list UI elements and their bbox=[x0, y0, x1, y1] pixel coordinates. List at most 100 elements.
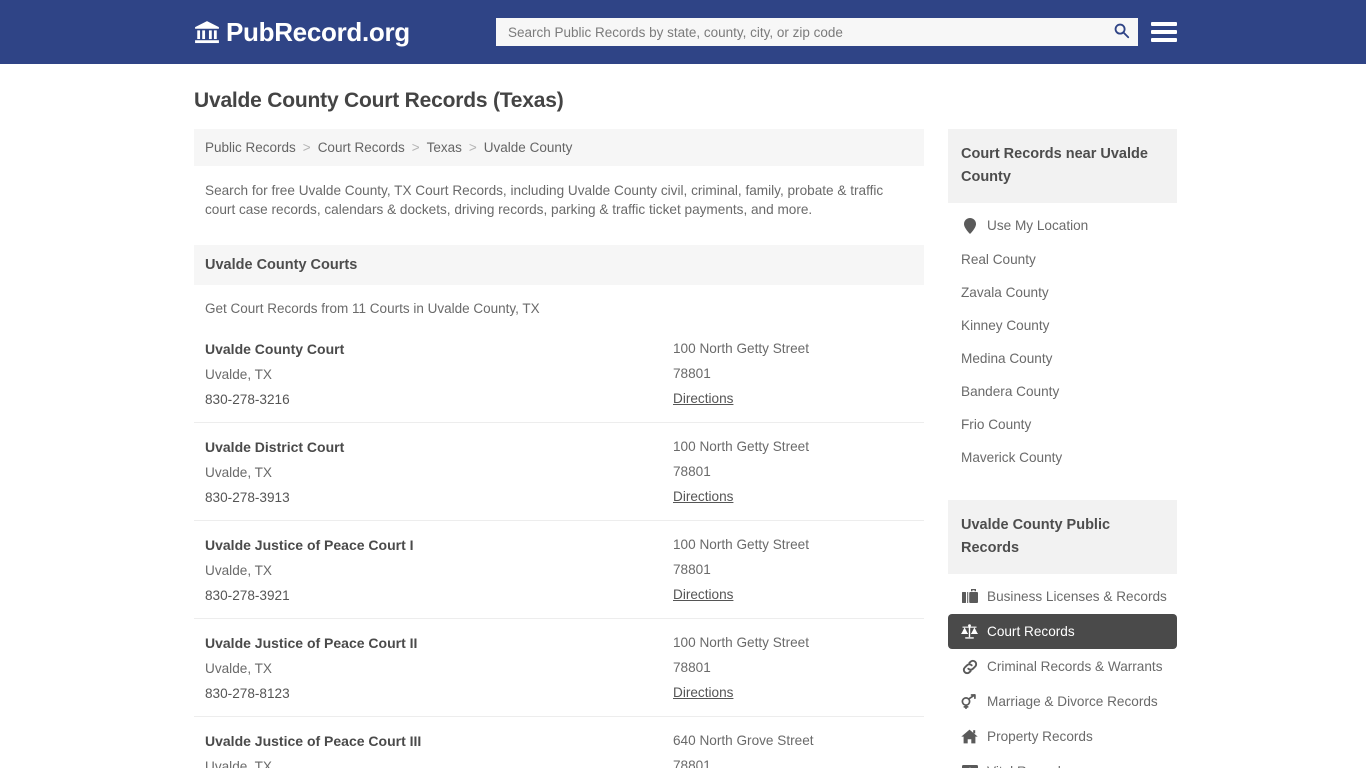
sidebar-nearby-item-bandera-county[interactable]: Bandera County bbox=[948, 375, 1177, 408]
court-name-link[interactable]: Uvalde Justice of Peace Court I bbox=[205, 537, 673, 553]
sidebar-item-label: Court Records bbox=[987, 624, 1075, 639]
court-phone[interactable]: 830-278-3913 bbox=[205, 490, 673, 505]
court-row: Uvalde District Court Uvalde, TX 830-278-3… bbox=[194, 422, 924, 520]
breadcrumb-item-4[interactable]: Uvalde County bbox=[484, 140, 573, 155]
court-list: Uvalde County Court Uvalde, TX 830-278-321… bbox=[194, 325, 924, 768]
court-info-left: Uvalde County Court Uvalde, TX 830-278-321… bbox=[205, 341, 673, 407]
search-bar[interactable] bbox=[496, 18, 1138, 46]
court-info-left: Uvalde Justice of Peace Court I Uvalde, T… bbox=[205, 537, 673, 603]
sidebar-item-label: Frio County bbox=[961, 417, 1031, 432]
search-button[interactable] bbox=[1104, 18, 1138, 46]
site-logo-link[interactable]: PubRecord.org bbox=[194, 17, 410, 48]
balance-scale-icon bbox=[961, 623, 978, 640]
court-name-link[interactable]: Uvalde County Court bbox=[205, 341, 673, 357]
nearby-records-heading: Court Records near Uvalde County bbox=[948, 129, 1177, 203]
site-brand-name: PubRecord.org bbox=[226, 17, 410, 48]
breadcrumb-item-1[interactable]: Public Records bbox=[205, 140, 296, 155]
court-city-state: Uvalde, TX bbox=[205, 661, 673, 676]
home-icon bbox=[961, 728, 978, 745]
sidebar-item-label: Maverick County bbox=[961, 450, 1062, 465]
sidebar-record-item-business-licenses-records[interactable]: Business Licenses & Records bbox=[948, 574, 1177, 614]
sidebar-item-label: Zavala County bbox=[961, 285, 1049, 300]
sidebar-nearby-item-maverick-county[interactable]: Maverick County bbox=[948, 441, 1177, 474]
sidebar-nearby-item-frio-county[interactable]: Frio County bbox=[948, 408, 1177, 441]
court-phone[interactable]: 830-278-3216 bbox=[205, 392, 673, 407]
sidebar-item-label: Property Records bbox=[987, 729, 1093, 744]
link-chain-icon bbox=[961, 658, 978, 675]
site-header: PubRecord.org bbox=[0, 0, 1366, 64]
sidebar-item-label: Use My Location bbox=[987, 218, 1088, 233]
sidebar: Court Records near Uvalde County Use My … bbox=[948, 129, 1177, 768]
court-street-address: 640 North Grove Street bbox=[673, 733, 913, 748]
court-street-address: 100 North Getty Street bbox=[673, 635, 913, 650]
sidebar-nearby-item-zavala-county[interactable]: Zavala County bbox=[948, 276, 1177, 309]
search-input[interactable] bbox=[496, 18, 1104, 46]
court-street-address: 100 North Getty Street bbox=[673, 439, 913, 454]
venus-mars-icon bbox=[961, 693, 978, 710]
court-info-left: Uvalde Justice of Peace Court III Uvalde,… bbox=[205, 733, 673, 768]
hamburger-bar bbox=[1151, 22, 1177, 26]
sidebar-nearby-item-use-my-location[interactable]: Use My Location bbox=[948, 203, 1177, 243]
sidebar-record-item-court-records[interactable]: Court Records bbox=[948, 614, 1177, 649]
map-pin-icon bbox=[961, 217, 978, 234]
hamburger-menu-icon[interactable] bbox=[1151, 19, 1177, 45]
main-column: Public Records > Court Records > Texas > Uvald… bbox=[194, 129, 924, 768]
court-info-right: 100 North Getty Street 78801 Directions bbox=[673, 439, 913, 505]
sidebar-nearby-item-kinney-county[interactable]: Kinney County bbox=[948, 309, 1177, 342]
court-city-state: Uvalde, TX bbox=[205, 465, 673, 480]
court-city-state: Uvalde, TX bbox=[205, 367, 673, 382]
court-zip-code: 78801 bbox=[673, 758, 913, 768]
sidebar-item-label: Medina County bbox=[961, 351, 1052, 366]
public-records-block: Uvalde County Public Records Business Li… bbox=[948, 500, 1177, 768]
sidebar-record-item-property-records[interactable]: Property Records bbox=[948, 719, 1177, 754]
court-city-state: Uvalde, TX bbox=[205, 759, 673, 768]
directions-link[interactable]: Directions bbox=[673, 489, 913, 504]
directions-link[interactable]: Directions bbox=[673, 685, 913, 700]
sidebar-record-item-vital-records[interactable]: Vital Records bbox=[948, 754, 1177, 768]
page-title: Uvalde County Court Records (Texas) bbox=[194, 89, 1172, 113]
court-zip-code: 78801 bbox=[673, 562, 913, 577]
court-info-right: 100 North Getty Street78801Directions bbox=[673, 537, 913, 603]
hamburger-bar bbox=[1151, 30, 1177, 34]
page-intro-text: Search for free Uvalde County, TX Court … bbox=[194, 166, 924, 219]
court-phone[interactable]: 830-278-3921 bbox=[205, 588, 673, 603]
sidebar-item-label: Business Licenses & Records bbox=[987, 589, 1167, 604]
nearby-county-list: Use My Location Real County Zavala County K… bbox=[948, 203, 1177, 474]
court-name-link[interactable]: Uvalde Justice of Peace Court II bbox=[205, 635, 673, 651]
court-info-left: Uvalde District Court Uvalde, TX 830-278-3… bbox=[205, 439, 673, 505]
breadcrumb-item-3[interactable]: Texas bbox=[427, 140, 462, 155]
hamburger-bar bbox=[1151, 38, 1177, 42]
breadcrumb-separator: > bbox=[303, 140, 311, 155]
sidebar-item-label: Vital Records bbox=[987, 764, 1068, 768]
breadcrumb-item-2[interactable]: Court Records bbox=[318, 140, 405, 155]
id-card-icon bbox=[961, 763, 978, 768]
public-records-list: Business Licenses & Records Court Records… bbox=[948, 574, 1177, 768]
public-records-heading: Uvalde County Public Records bbox=[948, 500, 1177, 574]
sidebar-record-item-criminal-records-warrants[interactable]: Criminal Records & Warrants bbox=[948, 649, 1177, 684]
directions-link[interactable]: Directions bbox=[673, 587, 913, 602]
sidebar-item-label: Marriage & Divorce Records bbox=[987, 694, 1158, 709]
sidebar-nearby-item-real-county[interactable]: Real County bbox=[948, 243, 1177, 276]
search-icon bbox=[1113, 22, 1130, 42]
sidebar-item-label: Bandera County bbox=[961, 384, 1059, 399]
courts-section-note: Get Court Records from 11 Courts in Uval… bbox=[194, 285, 924, 316]
sidebar-nearby-item-medina-county[interactable]: Medina County bbox=[948, 342, 1177, 375]
court-row: Uvalde County Court Uvalde, TX 830-278-321… bbox=[194, 325, 924, 422]
directions-link[interactable]: Directions bbox=[673, 391, 913, 406]
court-zip-code: 78801 bbox=[673, 464, 913, 479]
court-info-left: Uvalde Justice of Peace Court II Uvalde, … bbox=[205, 635, 673, 701]
sidebar-item-label: Kinney County bbox=[961, 318, 1049, 333]
court-zip-code: 78801 bbox=[673, 660, 913, 675]
court-zip-code: 78801 bbox=[673, 366, 913, 381]
sidebar-item-label: Real County bbox=[961, 252, 1036, 267]
court-name-link[interactable]: Uvalde District Court bbox=[205, 439, 673, 455]
court-info-right: 100 North Getty Street 78801 Directions bbox=[673, 635, 913, 701]
court-city-state: Uvalde, TX bbox=[205, 563, 673, 578]
sidebar-record-item-marriage-divorce-records[interactable]: Marriage & Divorce Records bbox=[948, 684, 1177, 719]
court-name-link[interactable]: Uvalde Justice of Peace Court III bbox=[205, 733, 673, 749]
court-phone[interactable]: 830-278-8123 bbox=[205, 686, 673, 701]
sidebar-item-label: Criminal Records & Warrants bbox=[987, 659, 1163, 674]
breadcrumb-separator: > bbox=[412, 140, 420, 155]
breadcrumb-separator: > bbox=[469, 140, 477, 155]
page-container: Uvalde County Court Records (Texas) Publ… bbox=[0, 89, 1366, 768]
